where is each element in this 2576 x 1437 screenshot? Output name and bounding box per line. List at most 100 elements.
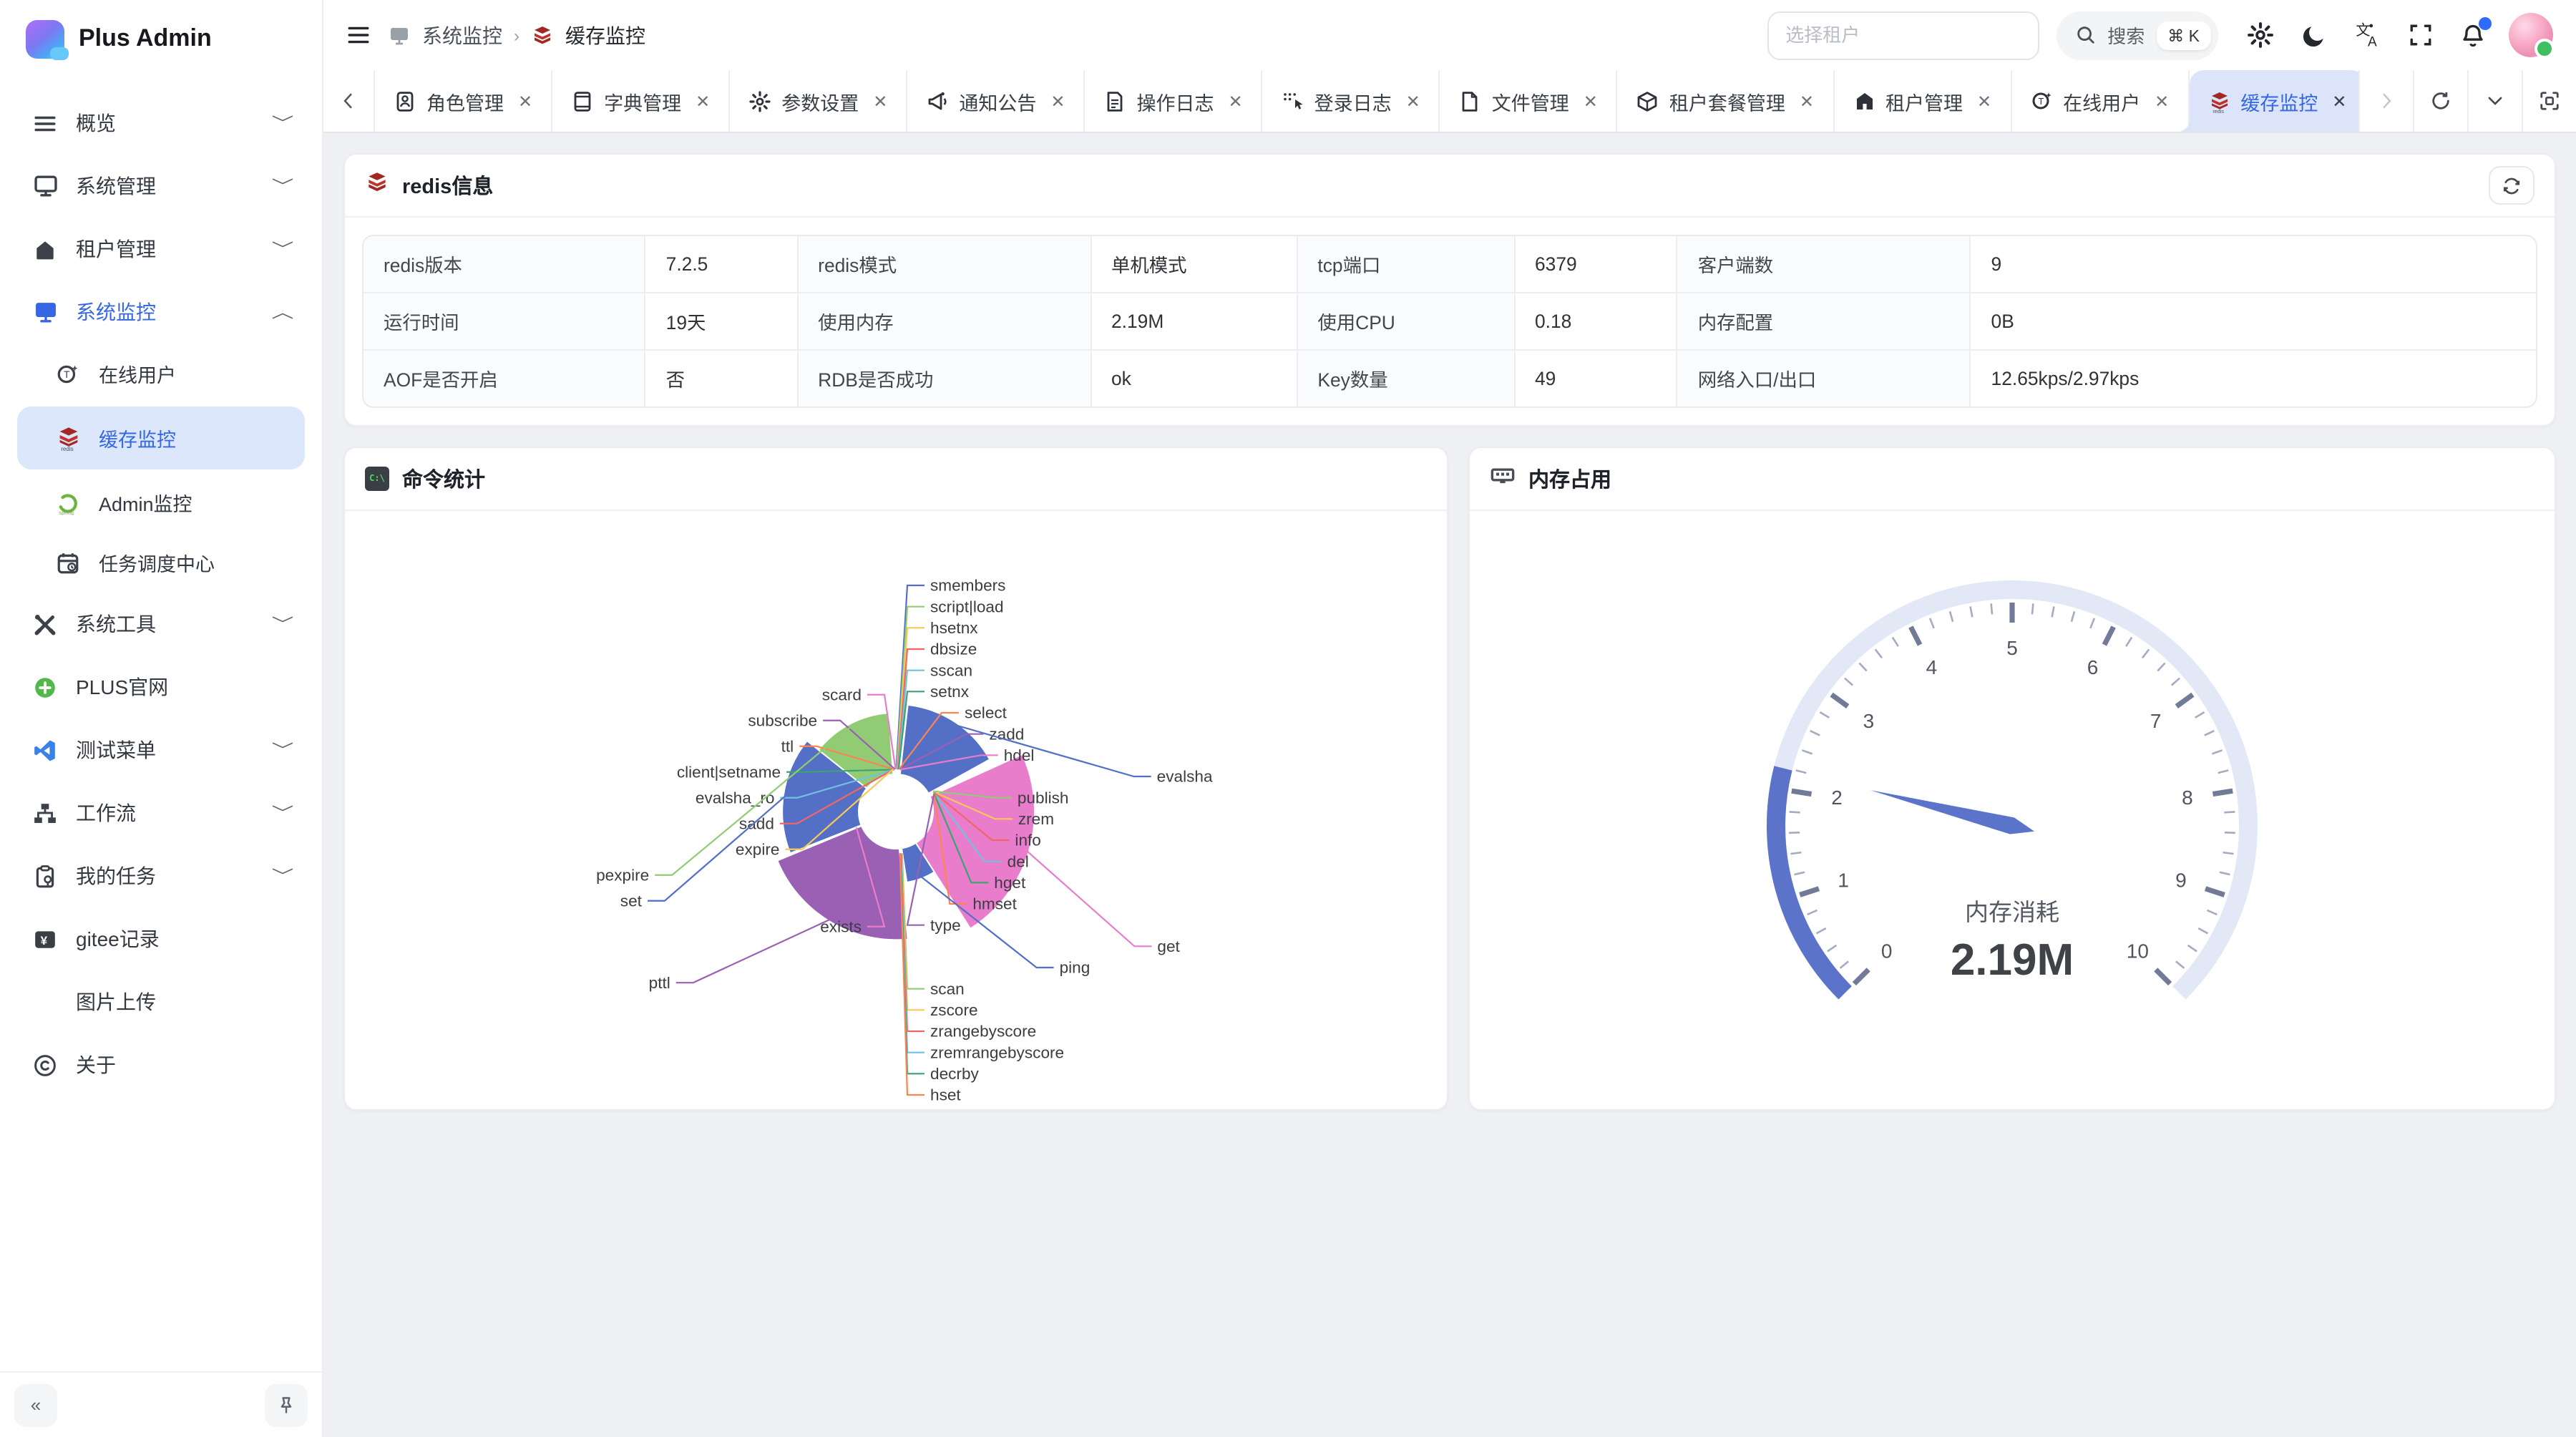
tab-label: 缓存监控 [2240, 87, 2318, 115]
sidebar-item-测试菜单[interactable]: 测试菜单﹀ [17, 721, 305, 779]
tab-缓存监控[interactable]: redis缓存监控✕ [2189, 70, 2358, 132]
sidebar-item-label: 工作流 [76, 799, 258, 827]
tab-close-icon[interactable]: ✕ [1584, 91, 1598, 111]
sidebar-item-任务调度中心[interactable]: 任务调度中心 [17, 535, 305, 590]
tab-refresh-button[interactable] [2413, 70, 2467, 132]
sidebar-item-系统监控[interactable]: 系统监控︿ [17, 283, 305, 341]
gauge-minor-tick [2172, 678, 2180, 686]
tab-close-icon[interactable]: ✕ [873, 91, 887, 111]
dark-mode-moon-icon[interactable] [2301, 22, 2327, 48]
plus-circle-icon [31, 673, 59, 701]
pie-label: hdel [1004, 746, 1035, 764]
info-label: redis模式 [798, 236, 1091, 293]
pie-label: expire [736, 840, 780, 858]
info-value: 7.2.5 [646, 236, 799, 293]
sidebar-item-label: 在线用户 [99, 359, 291, 388]
sidebar-item-关于[interactable]: 关于 [17, 1036, 305, 1093]
settings-gear-icon[interactable] [2247, 21, 2274, 49]
none-icon [31, 988, 59, 1015]
tab-字典管理[interactable]: 字典管理✕ [552, 70, 730, 132]
tab-close-icon[interactable]: ✕ [1406, 91, 1420, 111]
sidebar-item-系统管理[interactable]: 系统管理﹀ [17, 157, 305, 215]
tab-租户管理[interactable]: 租户管理✕ [1834, 70, 2011, 132]
tab-参数设置[interactable]: 参数设置 ✕ [730, 70, 907, 132]
tabs-scroll-left-button[interactable] [323, 70, 375, 132]
gauge-minor-tick [1991, 603, 1992, 614]
sidebar-item-label: 测试菜单 [76, 736, 258, 764]
tab-close-icon[interactable]: ✕ [518, 91, 532, 111]
sidebar-toggle-icon[interactable] [346, 23, 371, 47]
sidebar-item-PLUS官网[interactable]: PLUS官网 [17, 658, 305, 716]
tab-通知公告[interactable]: 通知公告 ✕ [907, 70, 1085, 132]
gauge-minor-tick [1971, 607, 1973, 618]
tab-角色管理[interactable]: 角色管理 ✕ [375, 70, 552, 132]
content-fullscreen-button[interactable] [2522, 70, 2576, 132]
tab-close-icon[interactable]: ✕ [2155, 91, 2169, 111]
tab-menu-dropdown-button[interactable] [2467, 70, 2522, 132]
gauge-minor-tick [1950, 611, 1953, 621]
package-icon [1636, 89, 1659, 112]
tenant-select-input[interactable] [1767, 11, 2039, 59]
pie-label: hget [994, 874, 1026, 892]
tab-close-icon[interactable]: ✕ [1229, 91, 1243, 111]
sidebar-item-在线用户[interactable]: T在线用户 [17, 346, 305, 401]
language-translate-icon[interactable]: 文A [2354, 21, 2381, 49]
gear-icon [748, 89, 771, 112]
gauge-minor-tick [1875, 649, 1882, 658]
sidebar-item-工作流[interactable]: 工作流﹀ [17, 784, 305, 842]
sidebar-item-系统工具[interactable]: 系统工具﹀ [17, 595, 305, 653]
pie-label: script|load [930, 598, 1004, 615]
sidebar: Plus Admin 概览﹀系统管理﹀租户管理﹀系统监控︿T在线用户redis缓… [0, 0, 323, 1437]
refresh-button[interactable] [2489, 166, 2534, 205]
tab-close-icon[interactable]: ✕ [1977, 91, 1991, 111]
pie-label: set [620, 892, 643, 910]
sidebar-collapse-button[interactable]: « [14, 1383, 57, 1426]
copyright-icon [31, 1051, 59, 1078]
fullscreen-icon[interactable] [2409, 23, 2433, 47]
sidebar-item-我的任务[interactable]: 我的任务﹀ [17, 847, 305, 905]
tab-操作日志[interactable]: 操作日志✕ [1085, 70, 1263, 132]
gauge-minor-tick [2212, 750, 2222, 754]
sidebar-item-缓存监控[interactable]: redis缓存监控 [17, 406, 305, 469]
tab-文件管理[interactable]: 文件管理✕ [1440, 70, 1618, 132]
sidebar-item-label: 任务调度中心 [99, 548, 291, 577]
gauge-minor-tick [2205, 731, 2215, 735]
search-icon [2074, 24, 2096, 46]
sidebar-item-图片上传[interactable]: 图片上传 [17, 973, 305, 1031]
gauge-value: 2.19M [1951, 935, 2074, 985]
tab-label: 通知公告 [959, 87, 1036, 115]
search-button[interactable]: 搜索 ⌘ K [2056, 11, 2218, 59]
chevron-down-icon: ﹀ [272, 175, 294, 198]
tab-close-icon[interactable]: ✕ [1800, 91, 1814, 111]
info-value: 0.18 [1515, 293, 1678, 351]
tab-close-icon[interactable]: ✕ [696, 91, 710, 111]
sidebar-item-label: PLUS官网 [76, 673, 291, 701]
notifications-bell-icon[interactable] [2460, 22, 2486, 48]
pie-label: decrby [930, 1065, 980, 1083]
sidebar-pin-button[interactable] [265, 1383, 308, 1426]
pie-label: ttl [781, 737, 794, 755]
sidebar-item-gitee记录[interactable]: ¥gitee记录 [17, 910, 305, 968]
chevron-down-icon: ﹀ [272, 112, 294, 135]
tab-登录日志[interactable]: 登录日志✕ [1263, 70, 1440, 132]
tab-close-icon[interactable]: ✕ [2332, 91, 2346, 111]
tab-close-icon[interactable]: ✕ [1050, 91, 1065, 111]
app-logo[interactable]: Plus Admin [0, 0, 322, 77]
sidebar-item-label: Admin监控 [99, 488, 291, 517]
tools-icon [31, 610, 59, 638]
sidebar-item-概览[interactable]: 概览﹀ [17, 94, 305, 152]
user-avatar[interactable] [2509, 13, 2553, 57]
tab-label: 角色管理 [426, 87, 504, 115]
breadcrumb-item[interactable]: 系统监控 [422, 21, 502, 49]
tab-label: 参数设置 [781, 87, 859, 115]
tab-label: 租户套餐管理 [1669, 87, 1785, 115]
pie-label: ping [1060, 959, 1091, 977]
tab-在线用户[interactable]: T在线用户✕ [2011, 70, 2189, 132]
sidebar-item-租户管理[interactable]: 租户管理﹀ [17, 220, 305, 278]
sidebar-item-label: gitee记录 [76, 925, 291, 953]
sidebar-item-Admin监控[interactable]: springAdmin监控 [17, 475, 305, 530]
memory-gauge-chart[interactable]: 012345678910内存消耗2.19M [1470, 511, 2555, 1109]
tab-租户套餐管理[interactable]: 租户套餐管理 ✕ [1618, 70, 1834, 132]
command-stats-chart[interactable]: smembersscript|loadhsetnxdbsizesscansetn… [345, 511, 1447, 1109]
tabs-scroll-right-button[interactable] [2358, 70, 2413, 132]
